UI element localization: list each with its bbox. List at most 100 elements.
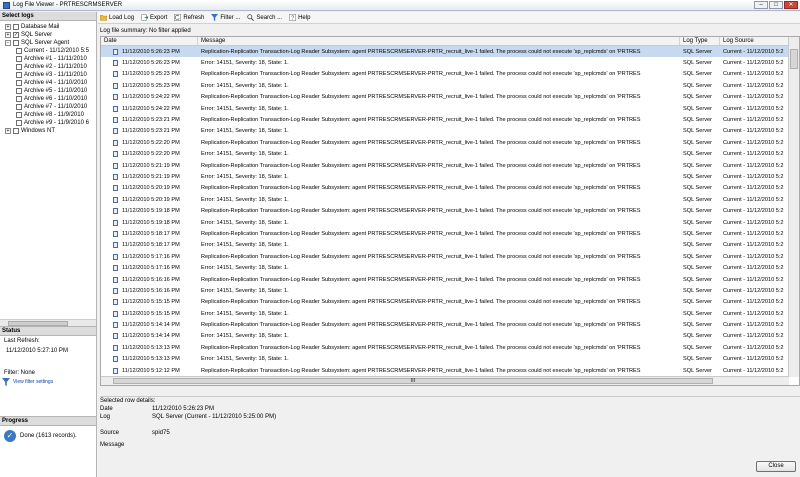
table-row[interactable]: 11/12/2010 5:17:16 PM Replication-Replica… [101, 251, 799, 262]
checkbox[interactable] [16, 48, 22, 54]
cell-log-type: SQL Server [683, 367, 713, 374]
tree-item-sql-server-agent[interactable]: − SQL Server Agent [0, 39, 96, 47]
details-header: Selected row details: [100, 398, 156, 404]
tree-item-archive-5[interactable]: Archive #5 - 11/10/2010 [0, 87, 96, 95]
table-row[interactable]: 11/12/2010 5:24:22 PM Replication-Replica… [101, 92, 799, 103]
grid-vertical-scrollbar[interactable] [788, 37, 799, 377]
table-row[interactable]: 11/12/2010 5:20:19 PM Error: 14151, Sever… [101, 194, 799, 205]
tree-item-current[interactable]: Current - 11/12/2010 5:5 [0, 47, 96, 55]
cell-date: 11/12/2010 5:20:19 PM [101, 196, 198, 203]
export-button[interactable]: Export [141, 14, 167, 21]
table-row[interactable]: 11/12/2010 5:26:23 PM Error: 14151, Sever… [101, 57, 799, 68]
table-row[interactable]: 11/12/2010 5:23:21 PM Replication-Replica… [101, 114, 799, 125]
cell-message: Error: 14151, Severity: 18, State: 1. [201, 242, 289, 249]
checkbox[interactable] [13, 24, 19, 30]
tree-item-archive-9[interactable]: Archive #9 - 11/9/2010 6 [0, 119, 96, 127]
column-date[interactable]: Date [101, 37, 198, 45]
cell-log-type: SQL Server [683, 71, 713, 78]
tree-item-sql-server[interactable]: + ✓ SQL Server [0, 31, 96, 39]
tree-item-archive-3[interactable]: Archive #3 - 11/11/2010 [0, 71, 96, 79]
expand-icon[interactable]: + [5, 128, 11, 134]
filter-button[interactable]: Filter ... [211, 14, 240, 21]
collapse-icon[interactable]: − [5, 40, 11, 46]
table-row[interactable]: 11/12/2010 5:16:16 PM Error: 14151, Sever… [101, 285, 799, 296]
log-entry-icon [113, 105, 118, 112]
maximize-button[interactable]: □ [769, 1, 783, 9]
table-row[interactable]: 11/12/2010 5:17:16 PM Error: 14151, Sever… [101, 262, 799, 273]
view-filter-settings-link[interactable]: View filter settings [0, 378, 96, 386]
checkbox[interactable] [16, 56, 22, 62]
table-row[interactable]: 11/12/2010 5:13:13 PM Error: 14151, Sever… [101, 354, 799, 365]
table-row[interactable]: 11/12/2010 5:24:22 PM Error: 14151, Sever… [101, 103, 799, 114]
checkbox[interactable] [16, 112, 22, 118]
search-button[interactable]: Search ... [247, 14, 282, 21]
cell-date-text: 11/12/2010 5:18:17 PM [122, 230, 180, 237]
scrollbar-thumb[interactable] [8, 320, 68, 326]
log-entry-icon [113, 322, 118, 329]
refresh-button[interactable]: Refresh [174, 14, 204, 21]
minimize-button[interactable]: – [754, 1, 768, 9]
tree-item-database-mail[interactable]: + Database Mail [0, 23, 96, 31]
table-row[interactable]: 11/12/2010 5:21:19 PM Replication-Replica… [101, 160, 799, 171]
table-row[interactable]: 11/12/2010 5:16:16 PM Replication-Replica… [101, 274, 799, 285]
table-row[interactable]: 11/12/2010 5:12:12 PM Replication-Replica… [101, 365, 799, 376]
load-log-button[interactable]: Load Log [100, 14, 134, 21]
table-row[interactable]: 11/12/2010 5:15:15 PM Error: 14151, Sever… [101, 308, 799, 319]
table-row[interactable]: 11/12/2010 5:26:23 PM Replication-Replica… [101, 46, 799, 58]
filter-label: Filter ... [220, 14, 241, 21]
cell-log-type: SQL Server [683, 242, 713, 249]
close-button[interactable]: Close [756, 461, 796, 472]
close-window-button[interactable]: ✕ [784, 1, 798, 9]
tree-item-archive-4[interactable]: Archive #4 - 11/10/2010 [0, 79, 96, 87]
view-filter-settings-label[interactable]: View filter settings [13, 379, 53, 385]
table-row[interactable]: 11/12/2010 5:19:18 PM Replication-Replica… [101, 205, 799, 216]
tree-horizontal-scrollbar[interactable] [0, 319, 96, 326]
checkbox[interactable] [16, 88, 22, 94]
checkbox[interactable] [13, 128, 19, 134]
checkbox[interactable] [16, 96, 22, 102]
checkbox[interactable] [16, 72, 22, 78]
table-row[interactable]: 11/12/2010 5:23:21 PM Error: 14151, Sever… [101, 126, 799, 137]
checkbox[interactable] [16, 104, 22, 110]
table-row[interactable]: 11/12/2010 5:21:19 PM Error: 14151, Sever… [101, 171, 799, 182]
cell-log-source: Current - 11/12/2010 5:2 [723, 310, 784, 317]
tree-item-archive-8[interactable]: Archive #8 - 11/9/2010 [0, 111, 96, 119]
checkbox-checked[interactable]: ✓ [13, 32, 19, 38]
expand-icon[interactable]: + [5, 32, 11, 38]
column-message[interactable]: Message [198, 37, 680, 45]
tree-item-windows-nt[interactable]: + Windows NT [0, 127, 96, 135]
tree-item-label: SQL Server [21, 32, 53, 38]
help-button[interactable]: ? Help [289, 14, 310, 21]
cell-message: Replication-Replication Transaction-Log … [201, 299, 641, 306]
grid-horizontal-scrollbar[interactable]: III [101, 376, 789, 385]
tree-item-archive-6[interactable]: Archive #6 - 11/10/2010 [0, 95, 96, 103]
table-row[interactable]: 11/12/2010 5:25:23 PM Replication-Replica… [101, 69, 799, 80]
column-log-source[interactable]: Log Source [720, 37, 790, 45]
expand-icon[interactable]: + [5, 24, 11, 30]
table-row[interactable]: 11/12/2010 5:22:20 PM Error: 14151, Sever… [101, 149, 799, 160]
table-row[interactable]: 11/12/2010 5:20:19 PM Replication-Replica… [101, 183, 799, 194]
tree-item-archive-7[interactable]: Archive #7 - 11/10/2010 [0, 103, 96, 111]
tree-item-label: Archive #3 - 11/11/2010 [24, 72, 87, 78]
table-row[interactable]: 11/12/2010 5:13:13 PM Replication-Replica… [101, 342, 799, 353]
row-details: Selected row details: Date 11/12/2010 5:… [100, 396, 800, 454]
table-row[interactable]: 11/12/2010 5:19:18 PM Error: 14151, Sever… [101, 217, 799, 228]
checkbox[interactable] [16, 64, 22, 70]
checkbox[interactable] [13, 40, 19, 46]
details-log-value: SQL Server (Current - 11/12/2010 5:25:00… [152, 414, 277, 420]
scrollbar-thumb[interactable] [790, 49, 798, 69]
table-row[interactable]: 11/12/2010 5:14:14 PM Replication-Replica… [101, 319, 799, 330]
checkbox[interactable] [16, 120, 22, 126]
column-log-type[interactable]: Log Type [680, 37, 720, 45]
table-row[interactable]: 11/12/2010 5:18:17 PM Error: 14151, Sever… [101, 240, 799, 251]
scrollbar-thumb[interactable]: III [113, 378, 713, 384]
cell-date: 11/12/2010 5:23:21 PM [101, 128, 198, 135]
table-row[interactable]: 11/12/2010 5:15:15 PM Replication-Replica… [101, 297, 799, 308]
table-row[interactable]: 11/12/2010 5:22:20 PM Replication-Replica… [101, 137, 799, 148]
table-row[interactable]: 11/12/2010 5:14:14 PM Error: 14151, Sever… [101, 331, 799, 342]
table-row[interactable]: 11/12/2010 5:18:17 PM Replication-Replica… [101, 228, 799, 239]
checkbox[interactable] [16, 80, 22, 86]
tree-item-archive-1[interactable]: Archive #1 - 11/11/2010 [0, 55, 96, 63]
tree-item-archive-2[interactable]: Archive #2 - 11/11/2010 [0, 63, 96, 71]
table-row[interactable]: 11/12/2010 5:25:23 PM Error: 14151, Sever… [101, 80, 799, 91]
